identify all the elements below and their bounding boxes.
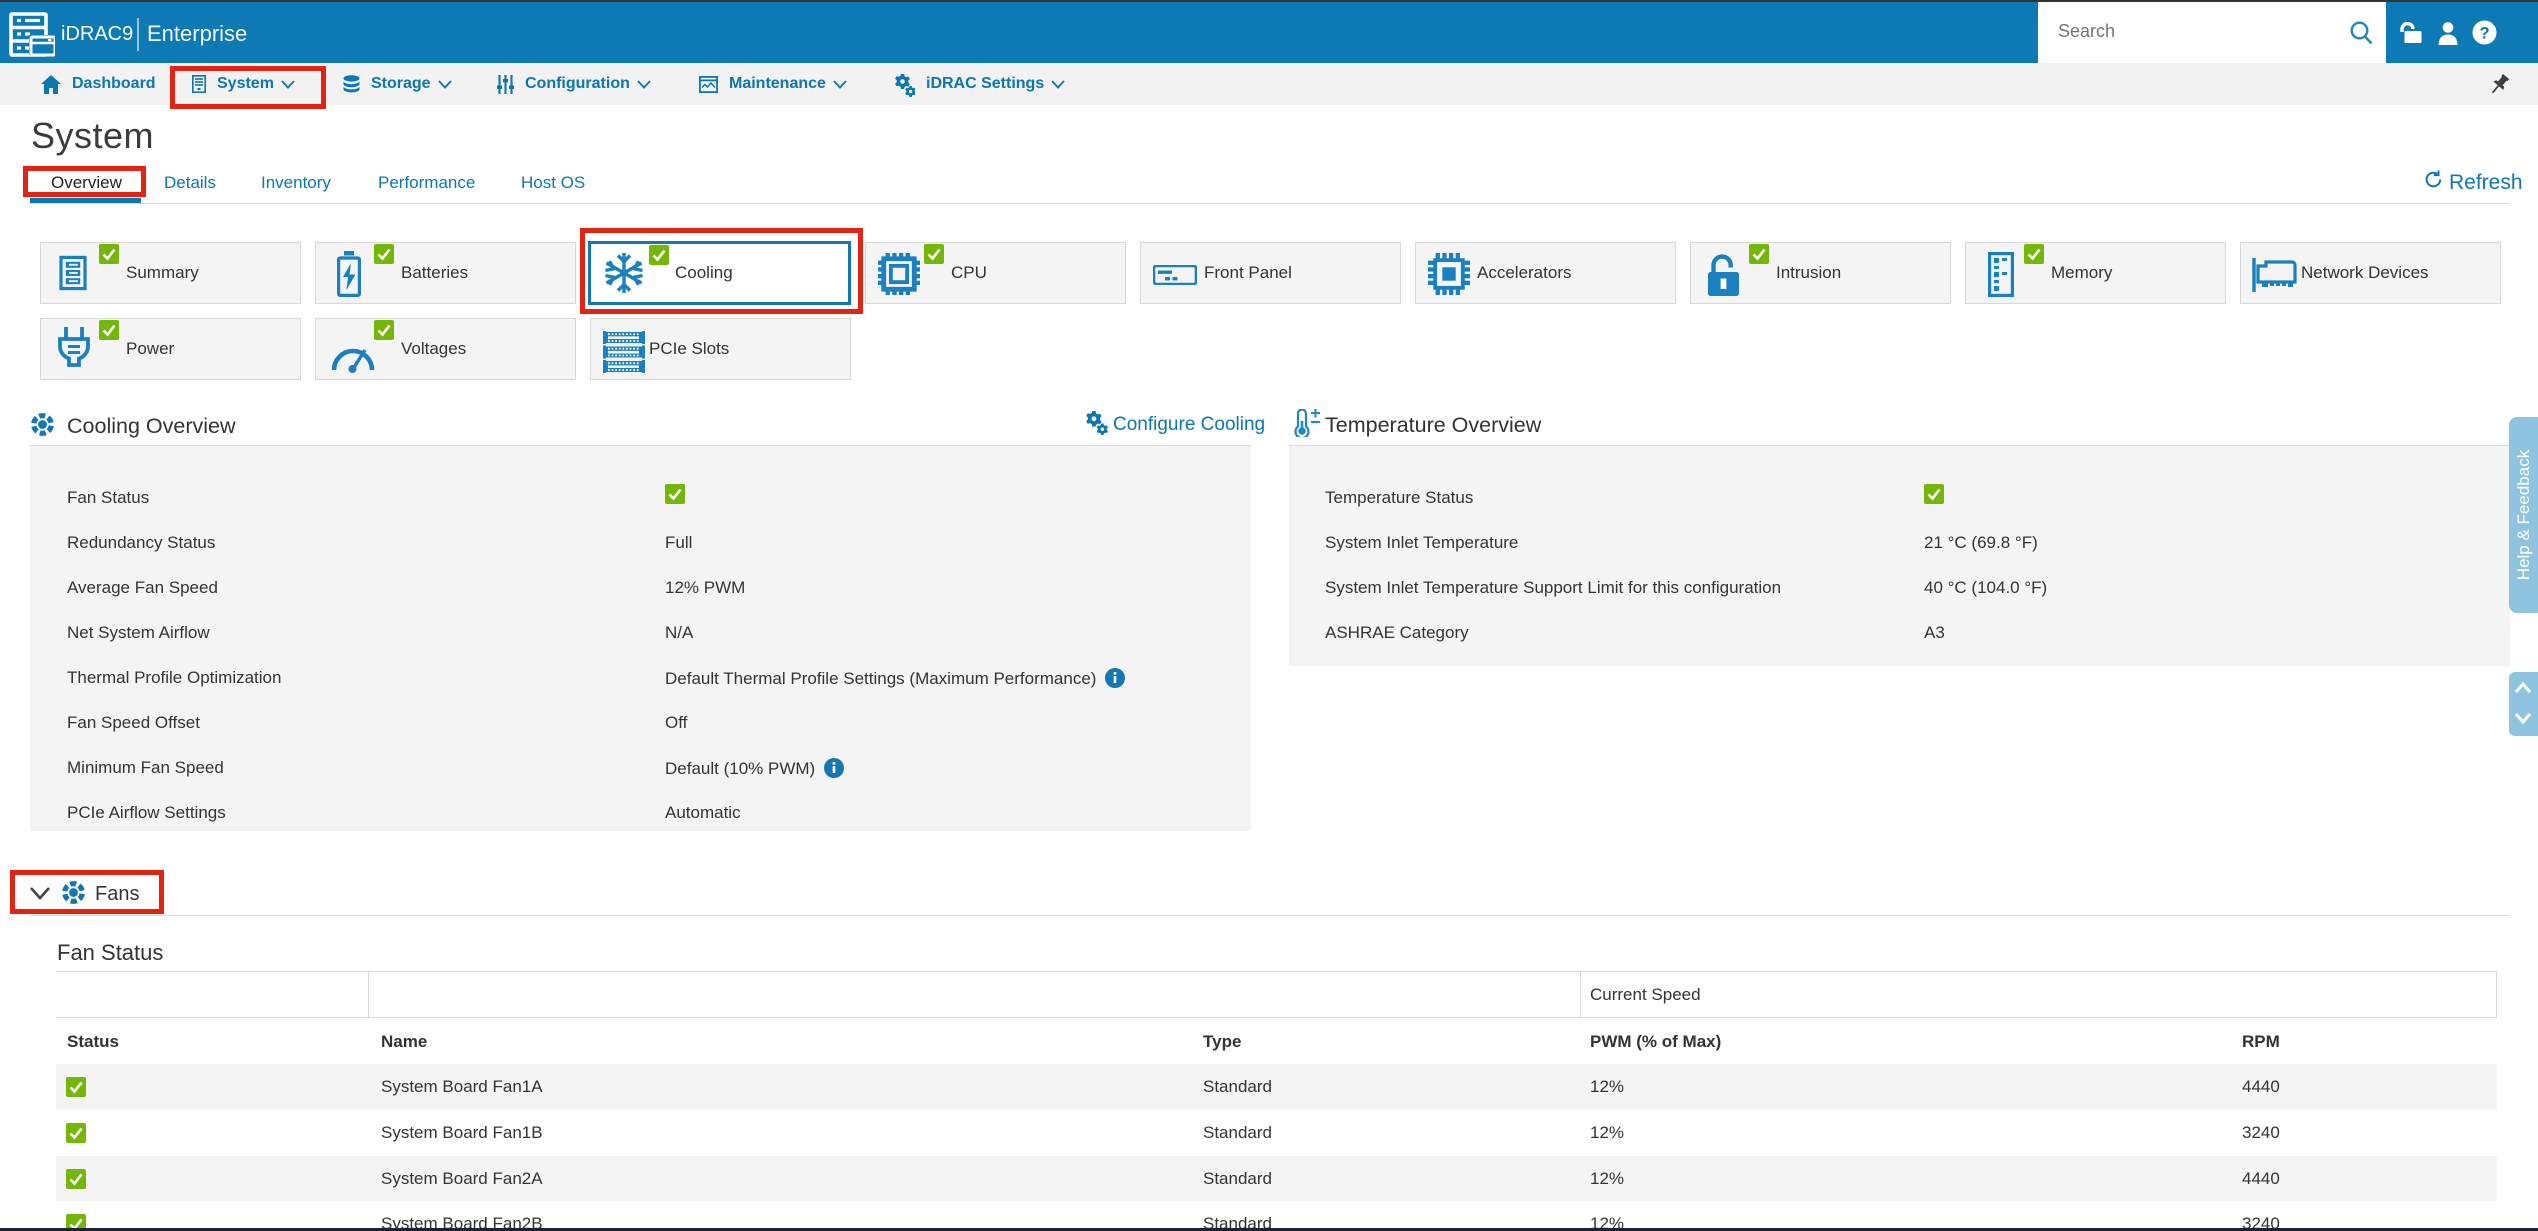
svg-text:?: ? <box>2479 24 2489 42</box>
